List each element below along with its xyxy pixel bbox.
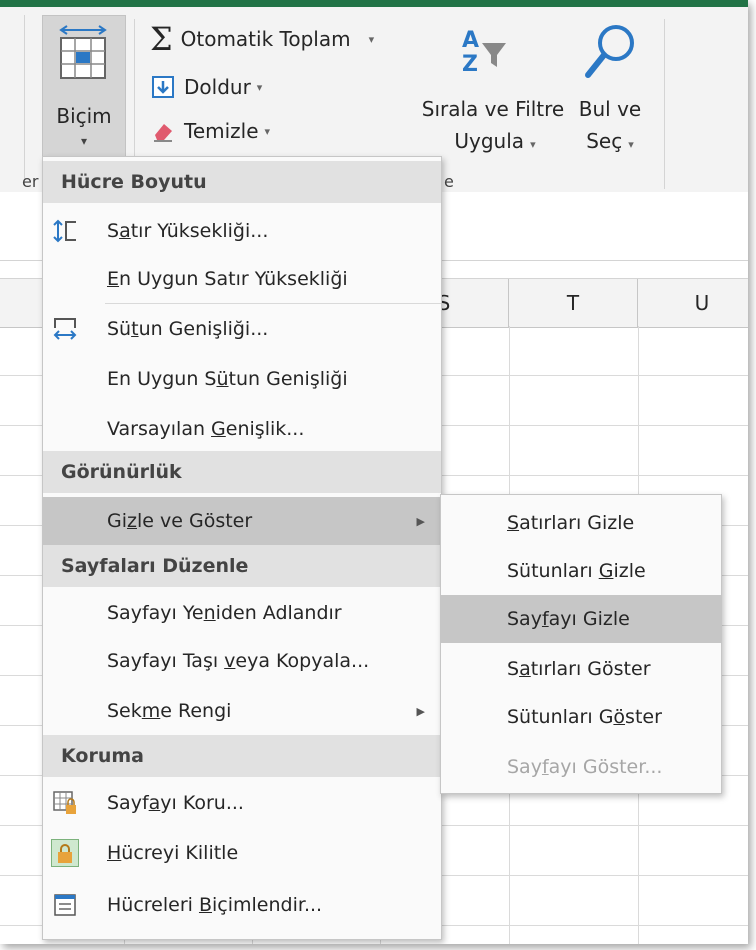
- submenu-item-hide-rows[interactable]: Satırları Gizle: [441, 499, 721, 547]
- format-dropdown-menu: Hücre Boyutu Satır Yüksekliği... En Uygu…: [42, 156, 442, 940]
- title-bar-strip: [0, 0, 748, 7]
- sigma-icon: Σ: [150, 20, 173, 58]
- menu-item-lock-cell-label: Hücreyi Kilitle: [107, 842, 239, 864]
- magnifier-icon: [585, 25, 634, 78]
- menu-item-move-copy-sheet-label: Sayfayı Taşı veya Kopyala...: [107, 650, 370, 672]
- menu-separator: [105, 303, 441, 304]
- submenu-item-show-sheet: Sayfayı Göster...: [441, 743, 721, 791]
- submenu-arrow-icon: ▶: [416, 514, 425, 528]
- lock-icon: [51, 839, 79, 867]
- menu-item-hide-and-show-label: Gizle ve Göster: [107, 510, 253, 532]
- submenu-item-hide-rows-label: Satırları Gizle: [507, 512, 635, 534]
- format-button-label: Biçim: [56, 104, 112, 128]
- clear-button[interactable]: Temizle ▾: [152, 119, 270, 143]
- menu-item-column-width[interactable]: Sütun Genişliği...: [43, 305, 441, 353]
- submenu-item-show-sheet-label: Sayfayı Göster...: [507, 756, 663, 778]
- svg-text:Z: Z: [462, 52, 478, 77]
- chevron-down-icon: ▾: [628, 138, 634, 151]
- fill-down-icon: [152, 76, 174, 98]
- menu-item-row-height[interactable]: Satır Yüksekliği...: [43, 207, 441, 255]
- format-cells-dialog-icon: [51, 891, 79, 919]
- chevron-down-icon: ▾: [264, 124, 271, 138]
- submenu-item-show-columns-label: Sütunları Göster: [507, 706, 662, 728]
- excel-window: er Biçim ▾ Σ Otomatik Toplam ▾ Doldur ▾ …: [0, 0, 748, 944]
- clear-label: Temizle: [184, 119, 259, 143]
- autosum-button[interactable]: Σ Otomatik Toplam ▾: [150, 23, 374, 55]
- submenu-arrow-icon: ▶: [416, 704, 425, 718]
- menu-item-tab-color[interactable]: Sekme Rengi ▶: [43, 687, 441, 735]
- menu-item-rename-sheet-label: Sayfayı Yeniden Adlandır: [107, 602, 342, 624]
- hide-show-submenu: Satırları Gizle Sütunları Gizle Sayfayı …: [440, 494, 722, 794]
- menu-item-format-cells-label: Hücreleri Biçimlendir...: [107, 894, 323, 916]
- ribbon-left-group-edge: [0, 15, 25, 185]
- menu-header-cell-size: Hücre Boyutu: [43, 161, 441, 203]
- submenu-item-show-columns[interactable]: Sütunları Göster: [441, 693, 721, 741]
- chevron-down-icon: ▾: [530, 138, 536, 151]
- menu-item-tab-color-label: Sekme Rengi: [107, 700, 232, 722]
- menu-item-move-copy-sheet[interactable]: Sayfayı Taşı veya Kopyala...: [43, 637, 441, 685]
- menu-item-format-cells[interactable]: Hücreleri Biçimlendir...: [43, 881, 441, 929]
- sort-filter-label-1: Sırala ve Filtre: [421, 97, 565, 121]
- format-cells-icon: [59, 25, 107, 79]
- column-header-u[interactable]: U: [638, 279, 748, 327]
- menu-item-protect-sheet[interactable]: Sayfayı Koru...: [43, 779, 441, 827]
- menu-item-autofit-column-width[interactable]: En Uygun Sütun Genişliği: [43, 355, 441, 403]
- format-button[interactable]: Biçim ▾: [42, 15, 126, 167]
- submenu-item-show-rows-label: Satırları Göster: [507, 658, 651, 680]
- menu-item-rename-sheet[interactable]: Sayfayı Yeniden Adlandır: [43, 589, 441, 637]
- submenu-item-hide-sheet-label: Sayfayı Gizle: [507, 608, 630, 630]
- submenu-item-hide-sheet[interactable]: Sayfayı Gizle: [441, 595, 721, 643]
- submenu-item-hide-columns-label: Sütunları Gizle: [507, 560, 646, 582]
- eraser-icon: [154, 124, 172, 142]
- editing-group-caption: e: [444, 172, 454, 191]
- sort-filter-label-2: Uygula ▾: [454, 129, 536, 153]
- menu-item-column-width-label: Sütun Genişliği...: [107, 318, 269, 340]
- row-height-icon: [51, 217, 79, 245]
- column-width-icon: [51, 315, 79, 343]
- menu-item-autofit-row-height[interactable]: En Uygun Satır Yüksekliği: [43, 255, 441, 303]
- sort-filter-icon: A Z: [462, 28, 506, 77]
- menu-item-autofit-column-width-label: En Uygun Sütun Genişliği: [107, 368, 348, 390]
- column-header-t[interactable]: T: [509, 279, 638, 327]
- fill-label: Doldur: [184, 75, 251, 99]
- menu-item-hide-and-show[interactable]: Gizle ve Göster ▶: [43, 497, 441, 545]
- chevron-down-icon: ▾: [368, 32, 375, 46]
- find-select-label-1: Bul ve: [578, 97, 642, 121]
- protect-sheet-icon: [51, 789, 79, 817]
- menu-item-row-height-label: Satır Yüksekliği...: [107, 220, 269, 242]
- ribbon-separator: [664, 19, 665, 189]
- autosum-label: Otomatik Toplam: [180, 27, 351, 51]
- svg-text:A: A: [462, 28, 479, 53]
- menu-item-default-width-label: Varsayılan Genişlik...: [107, 418, 305, 440]
- menu-header-protection: Koruma: [43, 735, 441, 777]
- menu-item-protect-sheet-label: Sayfayı Koru...: [107, 792, 244, 814]
- find-select-label-2: Seç ▾: [586, 129, 634, 153]
- menu-header-visibility: Görünürlük: [43, 451, 441, 493]
- submenu-item-hide-columns[interactable]: Sütunları Gizle: [441, 547, 721, 595]
- menu-item-lock-cell[interactable]: Hücreyi Kilitle: [43, 829, 441, 877]
- chevron-down-icon: ▾: [256, 80, 263, 94]
- submenu-item-show-rows[interactable]: Satırları Göster: [441, 645, 721, 693]
- chevron-down-icon: ▾: [80, 134, 88, 148]
- menu-item-autofit-row-height-label: En Uygun Satır Yüksekliği: [107, 268, 348, 290]
- ribbon-left-group-caption: er: [22, 172, 39, 191]
- menu-item-default-width[interactable]: Varsayılan Genişlik...: [43, 405, 441, 453]
- fill-button[interactable]: Doldur ▾: [152, 75, 262, 99]
- menu-header-organize-sheets: Sayfaları Düzenle: [43, 545, 441, 587]
